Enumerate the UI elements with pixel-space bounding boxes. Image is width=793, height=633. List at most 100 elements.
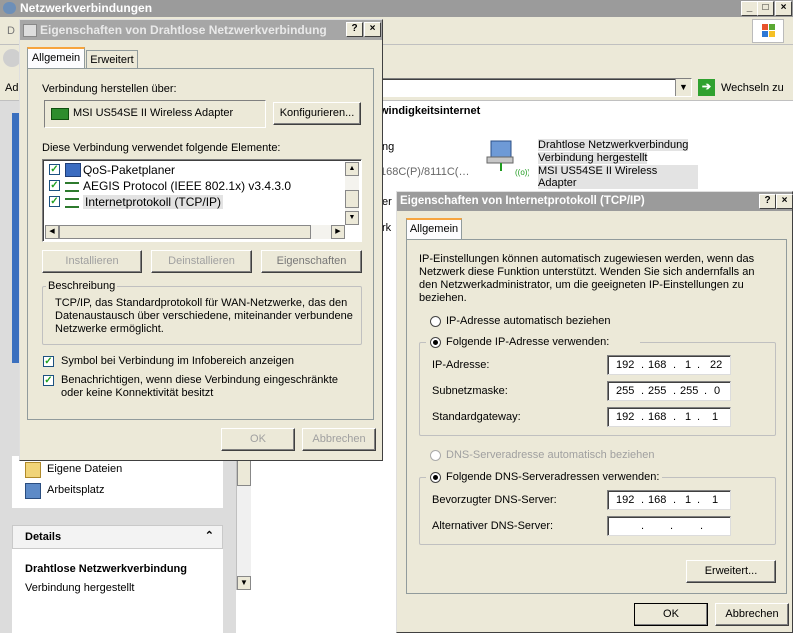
details-name: Drahtlose Netzwerkverbindung [25, 563, 187, 575]
tile-connection-status: Verbindung hergestellt [538, 152, 648, 164]
scroll-left-icon[interactable]: ◀ [45, 225, 59, 239]
list-item-label: QoS-Paketplaner [83, 163, 176, 177]
wireless-connection-tile[interactable]: ((o)) Drahtlose Netzwerkverbindung Verbi… [483, 135, 698, 189]
show-icon-label[interactable]: Symbol bei Verbindung im Infobereich anz… [61, 355, 294, 367]
elements-checkbox[interactable]: ✓ [49, 164, 60, 175]
tcpip-close-button[interactable]: × [776, 194, 793, 209]
elements-hscrollbar[interactable]: ◀ ▶ [45, 225, 345, 239]
go-arrow-icon[interactable]: ➔ [698, 79, 715, 96]
manual-ip-label[interactable]: Folgende IP-Adresse verwenden: [446, 336, 609, 348]
tcpip-intro-text: IP-Einstellungen können automatisch zuge… [419, 253, 755, 304]
adapter-name: MSI US54SE II Wireless Adapter [73, 107, 234, 119]
notify-checkbox[interactable]: ✓ [43, 375, 54, 386]
link-my-documents[interactable]: Eigene Dateien [47, 463, 122, 475]
elements-vscrollbar[interactable]: ▲ ▼ [345, 162, 359, 225]
pref-dns-field[interactable]: 192. 168. 1. 1 [607, 490, 731, 510]
props-cancel-button[interactable]: Abbrechen [302, 428, 376, 451]
connect-via-label: Verbindung herstellen über: [42, 83, 177, 95]
configure-button[interactable]: Konfigurieren... [273, 102, 361, 125]
subnet-mask-field[interactable]: 255. 255. 255. 0 [607, 381, 731, 401]
tile-connection-name: Drahtlose Netzwerkverbindung [538, 139, 689, 151]
list-item[interactable]: ✓ AEGIS Protocol (IEEE 802.1x) v3.4.3.0 [49, 178, 339, 194]
description-label: Beschreibung [46, 280, 118, 292]
auto-ip-label[interactable]: IP-Adresse automatisch beziehen [446, 315, 610, 327]
ip-octet: 1 [685, 359, 692, 371]
chevron-down-icon[interactable]: ▼ [675, 79, 691, 96]
link-my-computer[interactable]: Arbeitsplatz [47, 484, 104, 496]
manual-dns-radio[interactable] [430, 472, 441, 483]
props-titlebar: Eigenschaften von Drahtlose Netzwerkverb… [20, 20, 382, 40]
partial-text-3: er [382, 196, 392, 208]
scroll-down-icon[interactable]: ▼ [237, 576, 251, 590]
scroll-thumb[interactable] [237, 460, 251, 486]
tab-advanced[interactable]: Erweitert [86, 50, 138, 69]
manual-ip-radio[interactable] [430, 337, 441, 348]
elements-list[interactable]: ✓ QoS-Paketplaner ✓ AEGIS Protocol (IEEE… [42, 159, 362, 242]
alt-dns-field[interactable]: . . . [607, 516, 731, 536]
notify-label[interactable]: Benachrichtigen, wenn diese Verbindung e… [61, 374, 361, 400]
gateway-field[interactable]: 192. 168. 1. 1 [607, 407, 731, 427]
tile-adapter-name: MSI US54SE II Wireless Adapter [538, 165, 698, 189]
scroll-thumb[interactable] [345, 190, 359, 208]
adapter-box: MSI US54SE II Wireless Adapter [44, 100, 266, 128]
scroll-up-icon[interactable]: ▲ [345, 162, 359, 176]
minimize-button[interactable]: _ [741, 1, 758, 16]
ip-octet: 22 [710, 359, 723, 371]
maximize-button[interactable]: □ [757, 1, 774, 16]
ip-address-label: IP-Adresse: [432, 359, 490, 371]
list-item[interactable]: ✓ Internetprotokoll (TCP/IP) [49, 194, 339, 210]
ip-dot: . [641, 385, 645, 397]
address-label: Ad [5, 82, 19, 94]
menu-hint[interactable]: D [7, 25, 15, 37]
ip-dot: . [673, 359, 677, 371]
tab-tcpip-general[interactable]: Allgemein [406, 218, 462, 240]
ip-dot: . [697, 359, 701, 371]
close-button[interactable]: × [775, 1, 792, 16]
uninstall-button[interactable]: Deinstallieren [151, 250, 252, 273]
ip-address-field[interactable]: 192. 168. 1. 22 [607, 355, 731, 375]
ip-dot: . [670, 520, 674, 532]
ip-octet: 168 [648, 359, 667, 371]
scroll-right-icon[interactable]: ▶ [331, 225, 345, 239]
props-ok-button[interactable]: OK [221, 428, 295, 451]
go-button-label[interactable]: Wechseln zu [721, 82, 784, 94]
collapse-icon[interactable]: ⌃ [205, 529, 214, 542]
gateway-octet: 168 [648, 411, 667, 423]
show-icon-checkbox[interactable]: ✓ [43, 356, 54, 367]
alt-dns-label: Alternativer DNS-Server: [432, 520, 554, 532]
address-input[interactable]: ▼ [360, 78, 692, 97]
tcpip-help-button[interactable]: ? [759, 194, 776, 209]
props-title-icon [23, 24, 37, 37]
properties-button[interactable]: Eigenschaften [261, 250, 362, 273]
props-help-button[interactable]: ? [346, 22, 363, 37]
connection-properties-dialog: Eigenschaften von Drahtlose Netzwerkverb… [19, 19, 383, 461]
left-pane-scrollbar[interactable]: ▼ [236, 455, 251, 590]
subnet-mask-label: Subnetzmaske: [432, 385, 508, 397]
tcpip-cancel-button[interactable]: Abbrechen [715, 603, 789, 626]
partial-text-1: ng [382, 141, 395, 153]
ip-dot: . [673, 494, 677, 506]
elements-checkbox[interactable]: ✓ [49, 180, 60, 191]
details-header[interactable]: Details ⌃ [12, 525, 223, 549]
auto-ip-radio[interactable] [430, 316, 441, 327]
ip-dot: . [704, 385, 708, 397]
elements-checkbox[interactable]: ✓ [49, 196, 60, 207]
advanced-button[interactable]: Erweitert... [686, 560, 776, 583]
tab-tcpip-general-label: Allgemein [409, 223, 459, 235]
tcpip-ok-button[interactable]: OK [634, 603, 708, 626]
install-button[interactable]: Installieren [42, 250, 142, 273]
gateway-octet: 1 [712, 411, 719, 423]
scroll-thumb[interactable] [59, 225, 311, 239]
my-computer-icon [25, 483, 41, 499]
auto-dns-label[interactable]: DNS-Serveradresse automatisch beziehen [446, 449, 655, 461]
manual-dns-label[interactable]: Folgende DNS-Serveradressen verwenden: [446, 471, 659, 483]
list-item[interactable]: ✓ QoS-Paketplaner [49, 162, 339, 178]
tcpip-titlebar: Eigenschaften von Internetprotokoll (TCP… [397, 192, 793, 211]
auto-dns-radio[interactable] [430, 450, 441, 461]
main-window-title: Netzwerkverbindungen [20, 1, 153, 15]
scroll-down-icon[interactable]: ▼ [345, 211, 359, 225]
tab-general[interactable]: Allgemein [27, 47, 85, 69]
props-close-button[interactable]: × [364, 22, 381, 37]
svg-text:((o)): ((o)) [515, 168, 529, 177]
ip-dot: . [641, 520, 645, 532]
